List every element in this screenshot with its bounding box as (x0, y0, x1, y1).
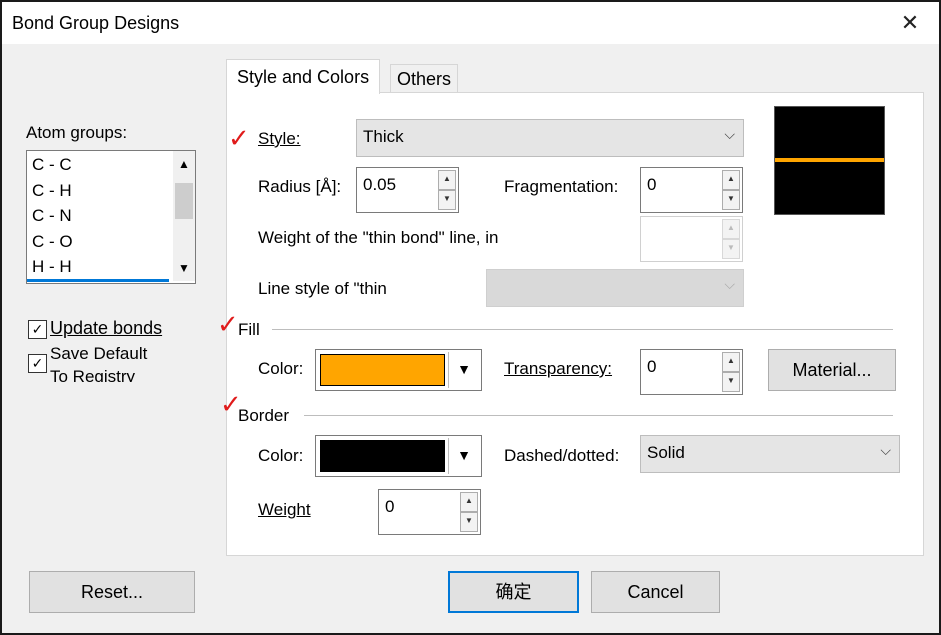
scroll-thumb[interactable] (175, 183, 193, 219)
update-bonds-label[interactable]: Update bonds (50, 318, 162, 339)
close-icon[interactable]: ✕ (895, 8, 925, 38)
save-default-label[interactable]: Save Default To Registry (50, 342, 220, 382)
list-item[interactable]: C - O (32, 232, 73, 252)
tab-style-and-colors[interactable]: Style and Colors (226, 59, 381, 94)
fragmentation-value: 0 (647, 175, 657, 194)
spin-up-icon[interactable]: ▲ (460, 492, 478, 512)
transparency-label: Transparency: (504, 359, 613, 378)
annotation-check-mark: ✓ (217, 310, 239, 340)
annotation-check-mark: ✓ (228, 124, 250, 154)
reset-button[interactable]: Reset... (29, 571, 195, 613)
fragmentation-label: Fragmentation: (504, 177, 619, 196)
save-default-line2: To Registry (50, 367, 136, 382)
spin-down-icon[interactable]: ▼ (722, 190, 740, 210)
spin-up-icon[interactable]: ▲ (438, 170, 456, 190)
list-item[interactable]: C - N (32, 206, 72, 226)
material-button[interactable]: Material... (768, 349, 896, 391)
thin-style-select[interactable]: ⌵ (486, 269, 744, 307)
border-color-picker[interactable]: ▼ (315, 435, 482, 477)
transparency-value: 0 (647, 357, 657, 376)
chevron-down-icon: ⌵ (880, 442, 891, 458)
list-focus-underline (27, 279, 169, 282)
spin-up-icon[interactable]: ▲ (722, 352, 740, 372)
radius-value: 0.05 (363, 175, 397, 194)
thin-weight-spinner[interactable]: ▲ ▼ (640, 216, 743, 262)
scroll-up-icon[interactable]: ▲ (173, 157, 195, 171)
update-bonds-checkbox[interactable]: ✓ (28, 320, 47, 339)
atom-groups-list[interactable]: C - C C - H C - N C - O H - H ▲ ▼ (26, 150, 196, 284)
spin-down-icon[interactable]: ▼ (460, 512, 478, 532)
thin-weight-label: Weight of the "thin bond" line, in (258, 228, 499, 247)
list-item[interactable]: C - C (32, 155, 72, 175)
list-scrollbar[interactable]: ▲ ▼ (173, 151, 195, 281)
weight-spinner[interactable]: 0 ▲ ▼ (378, 489, 481, 535)
title-bar: Bond Group Designs ✕ (2, 2, 939, 44)
cancel-button[interactable]: Cancel (591, 571, 720, 613)
spin-down-icon[interactable]: ▼ (438, 190, 456, 210)
window-title: Bond Group Designs (12, 13, 180, 33)
spin-down-icon[interactable]: ▼ (722, 239, 740, 259)
spin-up-icon[interactable]: ▲ (722, 219, 740, 239)
scroll-down-icon[interactable]: ▼ (173, 261, 195, 275)
style-value: Thick (363, 127, 404, 146)
dashed-dotted-select[interactable]: Solid ⌵ (640, 435, 900, 473)
transparency-spinner[interactable]: 0 ▲ ▼ (640, 349, 743, 395)
save-default-line1: Save Default (50, 344, 148, 363)
border-color-label: Color: (258, 446, 304, 465)
weight-label: Weight (258, 500, 311, 519)
dropdown-arrow-icon[interactable]: ▼ (448, 438, 479, 474)
bond-preview (774, 106, 885, 215)
spin-up-icon[interactable]: ▲ (722, 170, 740, 190)
radius-label: Radius [Å]: (258, 177, 342, 196)
fill-color-swatch (320, 354, 445, 386)
fragmentation-spinner[interactable]: 0 ▲ ▼ (640, 167, 743, 213)
chevron-down-icon: ⌵ (724, 126, 735, 142)
style-select[interactable]: Thick ⌵ (356, 119, 744, 157)
dropdown-arrow-icon[interactable]: ▼ (448, 352, 479, 388)
radius-spinner[interactable]: 0.05 ▲ ▼ (356, 167, 459, 213)
thin-style-label: Line style of "thin (258, 279, 387, 298)
fill-header: Fill (238, 320, 260, 339)
list-item[interactable]: H - H (32, 257, 72, 277)
border-divider (304, 415, 893, 416)
style-label: Style: (258, 129, 301, 148)
tab-others[interactable]: Others (390, 64, 459, 93)
fill-divider (272, 329, 893, 330)
spin-down-icon[interactable]: ▼ (722, 372, 740, 392)
weight-value: 0 (385, 497, 395, 516)
save-default-checkbox[interactable]: ✓ (28, 354, 47, 373)
border-header: Border (238, 406, 290, 425)
preview-bond-line (775, 158, 884, 162)
fill-color-label: Color: (258, 359, 304, 378)
list-item[interactable]: C - H (32, 181, 72, 201)
dashed-dotted-value: Solid (647, 443, 685, 462)
ok-button[interactable]: 确定 (448, 571, 579, 613)
chevron-down-icon: ⌵ (724, 276, 735, 292)
dashed-dotted-label: Dashed/dotted: (504, 446, 620, 465)
atom-groups-label: Atom groups: (26, 123, 128, 142)
dialog-window: Bond Group Designs ✕ Atom groups: C - C … (0, 0, 941, 635)
fill-color-picker[interactable]: ▼ (315, 349, 482, 391)
border-color-swatch (320, 440, 445, 472)
